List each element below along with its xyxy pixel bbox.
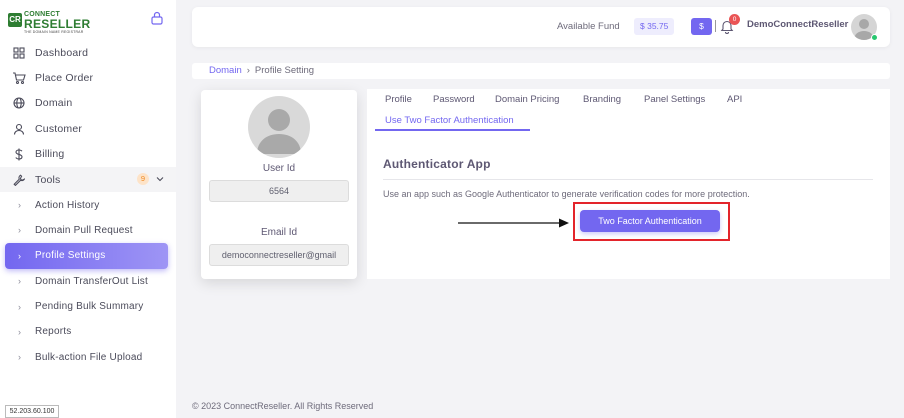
tools-count-badge: 9 — [137, 172, 149, 185]
sidebar-subitem-domain-pull-request[interactable]: › Domain Pull Request — [0, 218, 176, 243]
sidebar-item-label: Billing — [35, 148, 65, 161]
annotation-arrow-icon — [458, 218, 569, 228]
tab-domain-pricing[interactable]: Domain Pricing — [495, 94, 559, 105]
chevron-right-icon: › — [18, 276, 22, 287]
chevron-right-icon: › — [18, 250, 22, 261]
breadcrumb: Domain › Profile Setting — [192, 63, 890, 79]
sidebar-nav: Dashboard Place Order Domain Customer Bi… — [0, 40, 176, 370]
breadcrumb-domain-link[interactable]: Domain — [209, 65, 242, 76]
cart-icon — [12, 71, 26, 85]
logo-mark-icon: CR — [8, 13, 22, 27]
tool-icon — [12, 173, 26, 187]
available-fund-value: $ 35.75 — [634, 18, 675, 35]
sidebar-subitem-domain-transferout-list[interactable]: › Domain TransferOut List — [0, 269, 176, 294]
sidebar-subitem-bulk-action-file-upload[interactable]: › Bulk-action File Upload — [0, 345, 176, 370]
profile-card: User Id 6564 Email Id democonnectreselle… — [201, 90, 357, 279]
available-fund-label: Available Fund — [557, 21, 620, 32]
email-id-field: democonnectreseller@gmail — [209, 244, 349, 266]
section-divider — [383, 179, 873, 180]
sidebar-item-domain[interactable]: Domain — [0, 91, 176, 116]
add-fund-button[interactable]: $ — [691, 18, 712, 35]
sidebar-subitem-label: Reports — [35, 326, 72, 338]
two-factor-auth-button[interactable]: Two Factor Authentication — [580, 210, 720, 232]
ip-address-label: 52.203.60.100 — [5, 405, 59, 418]
chevron-right-icon: › — [18, 200, 22, 211]
sidebar-item-place-order[interactable]: Place Order — [0, 65, 176, 90]
user-id-field: 6564 — [209, 180, 349, 202]
chevron-down-icon — [156, 177, 164, 182]
lock-icon[interactable] — [151, 11, 163, 25]
chevron-right-icon: › — [18, 301, 22, 312]
breadcrumb-separator: › — [246, 65, 250, 76]
user-id-label: User Id — [262, 163, 296, 174]
brand-logo[interactable]: CR CONNECT RESELLER THE DOMAIN NAME REGI… — [8, 11, 91, 34]
chevron-right-icon: › — [18, 326, 22, 337]
top-navbar: Available Fund $ 35.75 $ 0 DemoConnectRe… — [192, 7, 890, 47]
sidebar-item-label: Domain — [35, 97, 73, 110]
sidebar: CR CONNECT RESELLER THE DOMAIN NAME REGI… — [0, 0, 176, 418]
sidebar-item-dashboard[interactable]: Dashboard — [0, 40, 176, 65]
sidebar-subitem-label: Domain TransferOut List — [35, 275, 148, 287]
profile-avatar — [248, 96, 310, 158]
user-name[interactable]: DemoConnectReseller — [747, 19, 848, 30]
tab-api[interactable]: API — [727, 94, 742, 105]
sidebar-subitem-profile-settings[interactable]: › Profile Settings — [5, 243, 168, 269]
sidebar-item-label: Place Order — [35, 72, 94, 85]
section-title: Authenticator App — [383, 157, 491, 171]
settings-panel: Profile Password Domain Pricing Branding… — [367, 89, 890, 279]
sidebar-subitem-action-history[interactable]: › Action History — [0, 192, 176, 217]
tab-branding[interactable]: Branding — [583, 94, 621, 105]
header-divider — [715, 20, 716, 32]
sidebar-item-label: Tools — [35, 173, 61, 186]
authenticator-description: Use an app such as Google Authenticator … — [383, 189, 750, 199]
sidebar-subitem-label: Profile Settings — [35, 250, 106, 262]
tab-panel-settings[interactable]: Panel Settings — [644, 94, 705, 105]
grid-icon — [12, 46, 26, 60]
logo-tagline: THE DOMAIN NAME REGISTRAR — [24, 30, 84, 34]
user-icon — [12, 122, 26, 136]
chevron-right-icon: › — [18, 225, 22, 236]
notification-count-badge: 0 — [729, 14, 740, 25]
tab-two-factor-auth[interactable]: Use Two Factor Authentication — [385, 115, 514, 126]
footer-copyright: © 2023 ConnectReseller. All Rights Reser… — [192, 401, 374, 411]
chevron-right-icon: › — [18, 352, 22, 363]
sidebar-subitem-label: Action History — [35, 199, 100, 211]
sidebar-subitem-reports[interactable]: › Reports — [0, 319, 176, 344]
tab-profile[interactable]: Profile — [385, 94, 412, 105]
email-id-label: Email Id — [260, 227, 298, 238]
sidebar-item-customer[interactable]: Customer — [0, 116, 176, 141]
sidebar-item-label: Dashboard — [35, 46, 89, 59]
sidebar-subitem-label: Bulk-action File Upload — [35, 351, 143, 363]
globe-icon — [12, 96, 26, 110]
tab-password[interactable]: Password — [433, 94, 475, 105]
dollar-icon — [12, 147, 26, 161]
breadcrumb-current: Profile Setting — [254, 65, 315, 76]
sidebar-subitem-pending-bulk-summary[interactable]: › Pending Bulk Summary — [0, 294, 176, 319]
sidebar-item-billing[interactable]: Billing — [0, 142, 176, 167]
sidebar-subitem-label: Pending Bulk Summary — [35, 301, 144, 313]
sidebar-item-tools[interactable]: Tools 9 — [0, 166, 176, 193]
sidebar-item-label: Customer — [35, 122, 83, 135]
active-tab-indicator — [375, 129, 530, 131]
logo-line2: RESELLER — [24, 17, 91, 31]
sidebar-subitem-label: Domain Pull Request — [35, 224, 133, 236]
online-status-dot — [871, 34, 878, 41]
